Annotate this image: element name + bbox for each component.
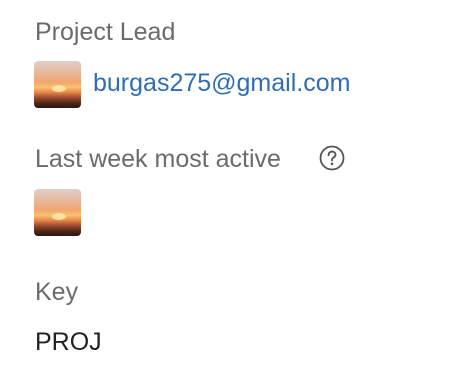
avatar-image-sun bbox=[52, 213, 66, 220]
most-active-avatar[interactable] bbox=[34, 189, 81, 236]
project-lead-label: Project Lead bbox=[35, 18, 176, 46]
project-lead-avatar[interactable] bbox=[34, 61, 81, 108]
avatar-image-sun bbox=[52, 85, 66, 92]
key-value: PROJ bbox=[35, 328, 102, 356]
project-lead-email-link[interactable]: burgas275@gmail.com bbox=[93, 68, 350, 98]
key-label: Key bbox=[35, 278, 79, 306]
question-circle-icon[interactable] bbox=[319, 145, 345, 171]
most-active-label: Last week most active bbox=[35, 145, 281, 173]
